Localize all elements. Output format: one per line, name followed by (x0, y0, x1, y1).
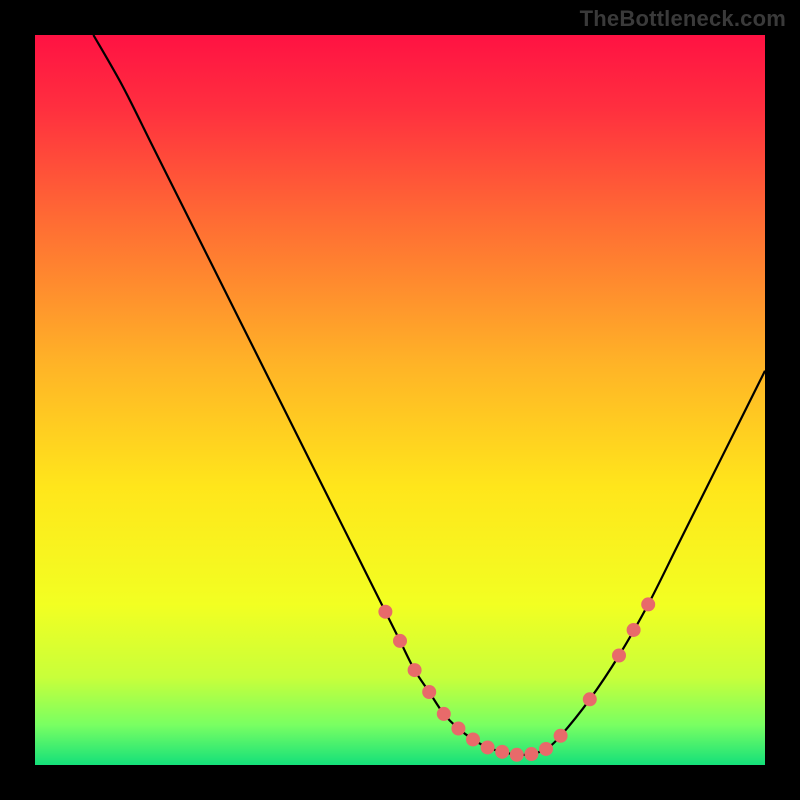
data-marker (393, 634, 407, 648)
data-marker (495, 745, 509, 759)
data-marker (378, 605, 392, 619)
data-marker (408, 663, 422, 677)
data-marker (554, 729, 568, 743)
chart-container: TheBottleneck.com (0, 0, 800, 800)
data-marker (612, 649, 626, 663)
data-marker (437, 707, 451, 721)
data-marker (510, 748, 524, 762)
data-marker (422, 685, 436, 699)
data-marker (641, 597, 655, 611)
data-marker (539, 742, 553, 756)
data-marker (524, 747, 538, 761)
data-marker (583, 692, 597, 706)
gradient-background (35, 35, 765, 765)
data-marker (451, 722, 465, 736)
bottleneck-chart (0, 0, 800, 800)
data-marker (481, 740, 495, 754)
data-marker (627, 623, 641, 637)
data-marker (466, 732, 480, 746)
watermark-text: TheBottleneck.com (580, 6, 786, 32)
